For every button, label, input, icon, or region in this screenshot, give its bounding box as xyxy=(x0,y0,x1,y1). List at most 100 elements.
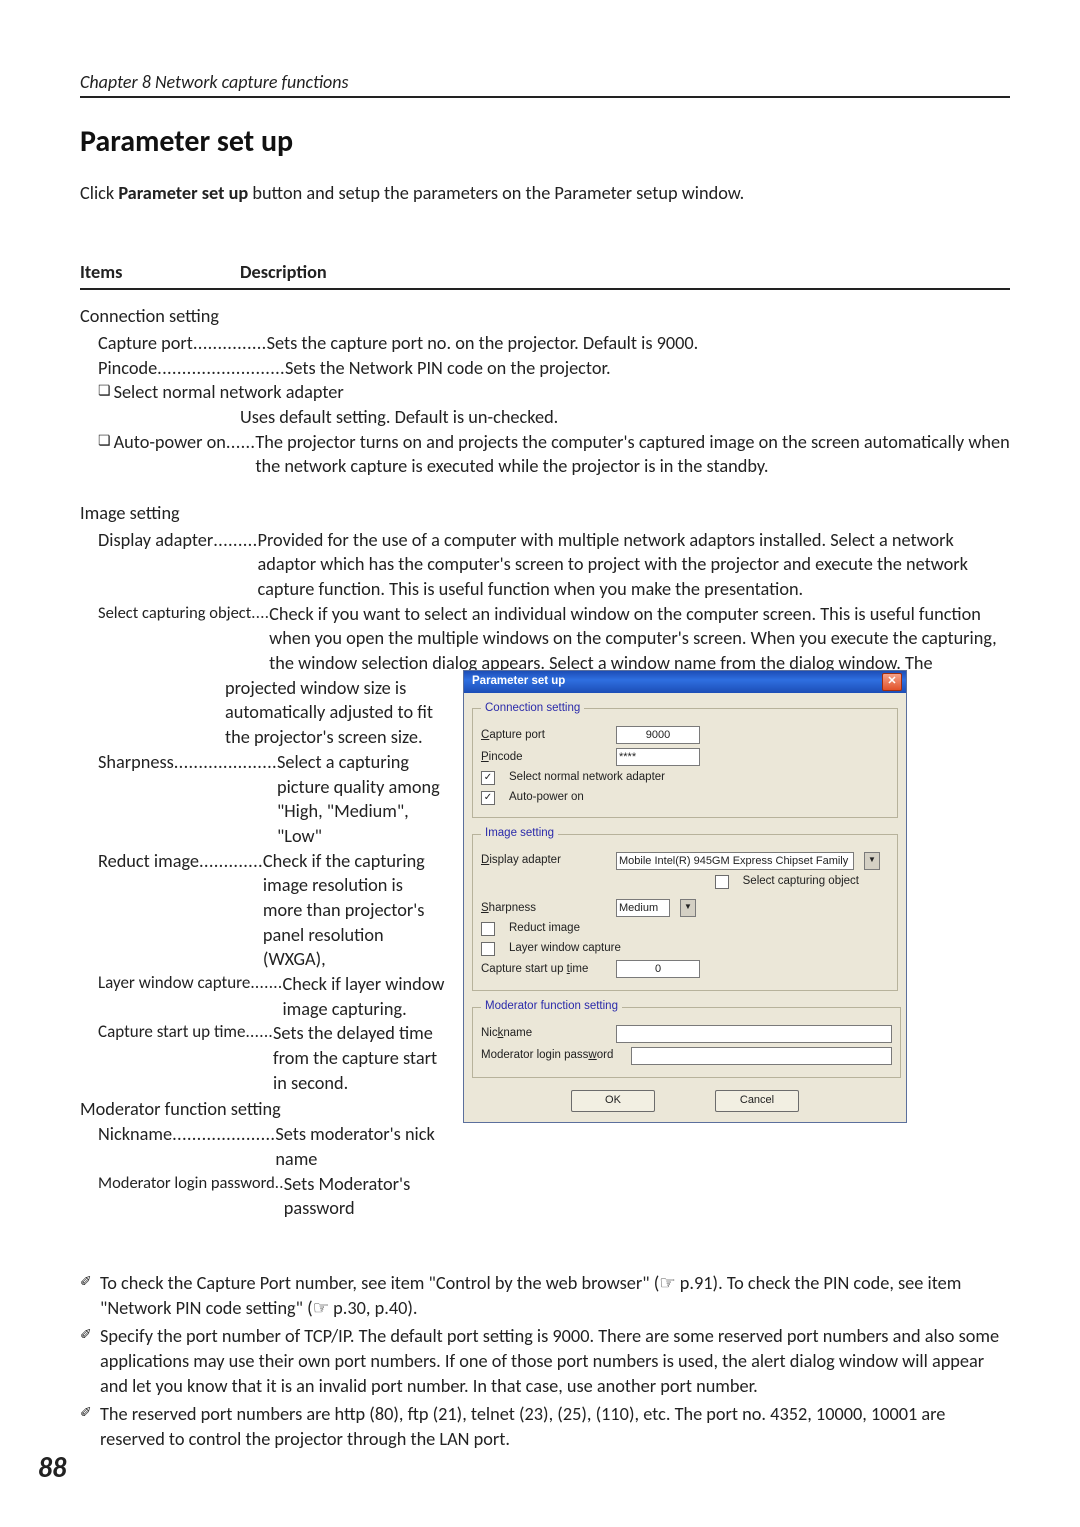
note-icon: ✐ xyxy=(80,1271,100,1320)
header-items: Items xyxy=(80,260,240,285)
dialog-titlebar[interactable]: Parameter set up ✕ xyxy=(464,671,906,693)
dots: .. xyxy=(275,1172,284,1194)
checkbox-select-object[interactable] xyxy=(715,875,729,889)
intro-bold: Parameter set up xyxy=(118,182,248,204)
row-pincode: Pincode .......................... Sets … xyxy=(80,356,1010,381)
group-moderator: Moderator function setting Nickname Mode… xyxy=(472,999,901,1078)
term-layer: Layer window capture xyxy=(98,972,250,995)
lbl-startup: Capture start up time xyxy=(481,962,606,978)
term-nickname: Nickname xyxy=(98,1122,172,1147)
lbl-reduct: Reduct image xyxy=(509,921,580,937)
row-capture-port: Capture port ............... Sets the ca… xyxy=(80,331,1010,356)
row-select-capobj: Select capturing object .... Check if yo… xyxy=(80,602,1010,676)
intro-before: Click xyxy=(80,182,118,204)
term-reduct: Reduct image xyxy=(98,849,199,874)
checkbox-glyph: ❏ xyxy=(98,432,111,457)
parameter-setup-dialog: Parameter set up ✕ Connection setting Ca… xyxy=(463,670,907,1123)
desc-auto-power: The projector turns on and projects the … xyxy=(255,430,1010,479)
lbl-mod-password: Moderator login password xyxy=(481,1048,621,1064)
term-pincode: Pincode xyxy=(98,356,157,381)
desc-display-adapter: Provided for the use of a computer with … xyxy=(258,528,1010,602)
section-image-label: Image setting xyxy=(80,501,1010,526)
note-icon: ✐ xyxy=(80,1324,100,1398)
row-select-adapter: ❏Select normal network adapter xyxy=(80,380,1010,405)
select-sharpness[interactable]: Medium xyxy=(616,899,670,917)
intro-paragraph: Click Parameter set up button and setup … xyxy=(80,181,1010,206)
desc-select-capobj-a: Check if you want to select an individua… xyxy=(269,602,1010,676)
row-reduct: Reduct image ............. Check if the … xyxy=(80,849,445,972)
term-select-capobj: Select capturing object xyxy=(98,602,251,624)
row-display-adapter: Display adapter......... Provided for th… xyxy=(80,528,1010,602)
desc-pincode: Sets the Network PIN code on the project… xyxy=(285,356,1010,381)
dots: ..................... xyxy=(172,1122,275,1147)
row-mod-password: Moderator login password.. Sets Moderato… xyxy=(80,1172,445,1221)
row-sharpness: Sharpness..................... Select a … xyxy=(80,750,445,849)
input-mod-password[interactable] xyxy=(631,1047,892,1065)
term-select-adapter: Select normal network adapter xyxy=(114,380,344,405)
input-pincode[interactable]: **** xyxy=(616,748,700,766)
page-title: Parameter set up xyxy=(80,122,1010,163)
page-number: 88 xyxy=(38,1449,66,1487)
lbl-layer: Layer window capture xyxy=(509,941,621,957)
input-capture-port[interactable]: 9000 xyxy=(616,726,700,744)
ok-button[interactable]: OK xyxy=(571,1090,655,1112)
legend-connection: Connection setting xyxy=(481,701,584,717)
intro-after: button and setup the parameters on the P… xyxy=(248,182,744,204)
checkbox-auto-power[interactable]: ✓ xyxy=(481,791,495,805)
dots: .... xyxy=(251,602,269,624)
legend-image: Image setting xyxy=(481,826,558,842)
lbl-auto-power: Auto-power on xyxy=(509,790,584,806)
dots: ......... xyxy=(213,528,257,553)
lbl-nickname: Nickname xyxy=(481,1026,606,1042)
lbl-select-object: Select capturing object xyxy=(743,874,859,890)
lbl-display-adapter: Display adapter xyxy=(481,853,606,869)
desc-sharpness: Select a capturing picture quality among… xyxy=(277,750,445,849)
notes: ✐To check the Capture Port number, see i… xyxy=(80,1271,1010,1452)
row-layer: Layer window capture ....... Check if la… xyxy=(80,972,445,1021)
desc-select-adapter: Uses default setting. Default is un-chec… xyxy=(240,405,1010,430)
note-2: Specify the port number of TCP/IP. The d… xyxy=(100,1324,1010,1398)
note-1: To check the Capture Port number, see it… xyxy=(100,1271,1010,1320)
desc-layer: Check if layer window image capturing. xyxy=(282,972,445,1021)
row-startup: Capture start up time ...... Sets the de… xyxy=(80,1021,445,1095)
checkbox-select-adapter[interactable]: ✓ xyxy=(481,771,495,785)
row-nickname: Nickname..................... Sets moder… xyxy=(80,1122,445,1171)
section-connection-label: Connection setting xyxy=(80,304,1010,329)
checkbox-layer[interactable] xyxy=(481,942,495,956)
cancel-button[interactable]: Cancel xyxy=(715,1090,799,1112)
checkbox-reduct[interactable] xyxy=(481,922,495,936)
term-auto-power: Auto-power on xyxy=(114,430,226,455)
table-header: Items Description xyxy=(80,260,1010,290)
term-sharpness: Sharpness xyxy=(98,750,174,775)
chevron-down-icon[interactable]: ▼ xyxy=(680,899,696,917)
dots: ..................... xyxy=(174,750,277,775)
chapter-heading: Chapter 8 Network capture functions xyxy=(80,70,1010,98)
section-moderator-label: Moderator function setting xyxy=(80,1097,445,1122)
dialog-title: Parameter set up xyxy=(472,674,565,690)
term-startup: Capture start up time xyxy=(98,1021,245,1044)
lbl-capture-port: Capture port xyxy=(481,728,606,744)
checkbox-glyph: ❏ xyxy=(98,382,111,407)
input-startup[interactable]: 0 xyxy=(616,960,700,978)
desc-startup: Sets the delayed time from the capture s… xyxy=(273,1021,445,1095)
term-mod-password: Moderator login password xyxy=(98,1172,275,1194)
lbl-pincode: Pincode xyxy=(481,750,606,766)
dots: .......................... xyxy=(157,356,285,381)
dots: ...... xyxy=(226,430,256,455)
dots: ............... xyxy=(193,331,267,356)
close-icon[interactable]: ✕ xyxy=(882,673,902,691)
legend-moderator: Moderator function setting xyxy=(481,999,622,1015)
page: Chapter 8 Network capture functions Para… xyxy=(0,0,1080,1527)
chevron-down-icon[interactable]: ▼ xyxy=(864,852,880,870)
dots: ....... xyxy=(250,972,282,995)
desc-select-capobj-b: projected window size is automatically a… xyxy=(225,676,445,750)
desc-nickname: Sets moderator's nick name xyxy=(275,1122,445,1171)
lbl-select-adapter: Select normal network adapter xyxy=(509,770,665,786)
term-capture-port: Capture port xyxy=(98,331,193,356)
dots: ............. xyxy=(199,849,263,874)
input-nickname[interactable] xyxy=(616,1025,892,1043)
group-connection: Connection setting Capture port 9000 Pin… xyxy=(472,701,898,819)
lbl-sharpness: Sharpness xyxy=(481,901,606,917)
select-display-adapter[interactable]: Mobile Intel(R) 945GM Express Chipset Fa… xyxy=(616,852,854,870)
note-3: The reserved port numbers are http (80),… xyxy=(100,1402,1010,1451)
